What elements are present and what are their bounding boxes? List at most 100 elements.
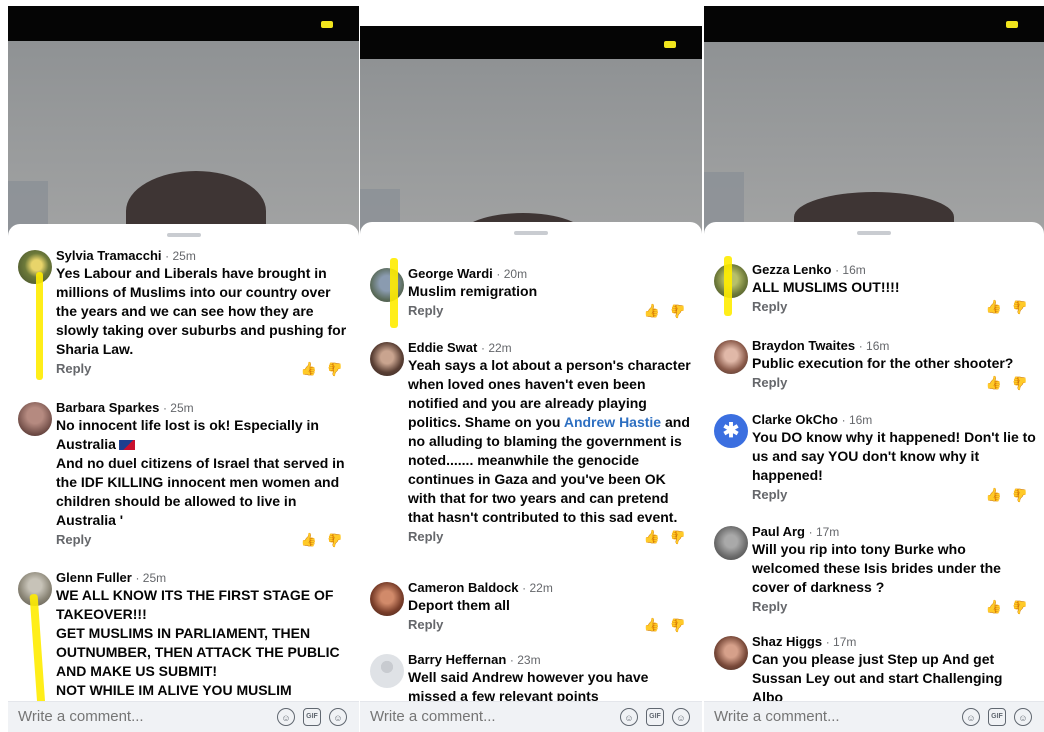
dislike-icon[interactable]: 👍 bbox=[1012, 375, 1028, 391]
avatar[interactable] bbox=[370, 268, 404, 302]
comment-time: · 17m bbox=[825, 635, 857, 649]
comment-input[interactable] bbox=[18, 702, 218, 732]
dislike-icon[interactable]: 👍 bbox=[327, 532, 343, 548]
gif-icon[interactable]: GIF bbox=[646, 708, 664, 726]
dislike-icon[interactable]: 👍 bbox=[1012, 487, 1028, 503]
reply-button[interactable]: Reply bbox=[56, 361, 91, 376]
commenter-name[interactable]: Clarke OkCho bbox=[752, 412, 838, 427]
comment-time: · 20m bbox=[496, 267, 528, 281]
commenter-name[interactable]: Cameron Baldock bbox=[408, 580, 519, 595]
reply-button[interactable]: Reply bbox=[752, 299, 787, 314]
like-icon[interactable]: 👍 bbox=[301, 361, 317, 377]
avatar[interactable] bbox=[18, 250, 52, 284]
comment-composer: ☺ GIF ☺ bbox=[704, 701, 1044, 732]
gif-icon[interactable]: GIF bbox=[988, 708, 1006, 726]
reply-button[interactable]: Reply bbox=[408, 303, 443, 318]
commenter-name[interactable]: Sylvia Tramacchi bbox=[56, 248, 162, 263]
commenter-name[interactable]: Eddie Swat bbox=[408, 340, 477, 355]
emoji-icon[interactable]: ☺ bbox=[329, 708, 347, 726]
avatar[interactable] bbox=[714, 526, 748, 560]
avatar[interactable] bbox=[714, 340, 748, 374]
like-icon[interactable]: 👍 bbox=[986, 375, 1002, 391]
commenter-name[interactable]: Paul Arg bbox=[752, 524, 805, 539]
avatar[interactable] bbox=[370, 582, 404, 616]
comment-text: WE ALL KNOW ITS THE FIRST STAGE OF TAKEO… bbox=[56, 587, 334, 622]
dislike-icon[interactable]: 👍 bbox=[1012, 599, 1028, 615]
like-icon[interactable]: 👍 bbox=[644, 529, 660, 545]
like-icon[interactable]: 👍 bbox=[301, 532, 317, 548]
screenshot-panel-2: George Wardi · 20m Muslim remigration Re… bbox=[360, 26, 702, 732]
battery-icon bbox=[1006, 21, 1018, 28]
emoji-icon[interactable]: ☺ bbox=[672, 708, 690, 726]
sticker-icon[interactable]: ☺ bbox=[277, 708, 295, 726]
comment-time: · 17m bbox=[808, 525, 840, 539]
like-icon[interactable]: 👍 bbox=[644, 617, 660, 633]
dislike-icon[interactable]: 👍 bbox=[670, 617, 686, 633]
drag-handle[interactable] bbox=[166, 233, 201, 237]
comment-composer: ☺ GIF ☺ bbox=[8, 701, 359, 732]
like-icon[interactable]: 👍 bbox=[644, 303, 660, 319]
sticker-icon[interactable]: ☺ bbox=[620, 708, 638, 726]
comment-text-continued: And no duel citizens of Israel that serv… bbox=[56, 455, 345, 528]
sticker-icon[interactable]: ☺ bbox=[962, 708, 980, 726]
screenshot-panel-1: Sylvia Tramacchi · 25m Yes Labour and Li… bbox=[8, 6, 359, 732]
comment-text: You DO know why it happened! Don't lie t… bbox=[752, 429, 1036, 483]
live-video-area[interactable] bbox=[8, 41, 359, 251]
reply-button[interactable]: Reply bbox=[56, 532, 91, 547]
like-icon[interactable]: 👍 bbox=[986, 487, 1002, 503]
commenter-name[interactable]: Glenn Fuller bbox=[56, 570, 132, 585]
comments-sheet: Gezza Lenko · 16m ALL MUSLIMS OUT!!!! Re… bbox=[704, 222, 1044, 732]
reply-button[interactable]: Reply bbox=[408, 529, 443, 544]
gif-icon[interactable]: GIF bbox=[303, 708, 321, 726]
yellow-highlight-mark bbox=[724, 256, 732, 316]
avatar[interactable] bbox=[370, 342, 404, 376]
status-bar bbox=[704, 6, 1044, 42]
emoji-icon[interactable]: ☺ bbox=[1014, 708, 1032, 726]
comment-text: Deport them all bbox=[408, 597, 510, 613]
commenter-name[interactable]: Braydon Twaites bbox=[752, 338, 855, 353]
reply-button[interactable]: Reply bbox=[408, 617, 443, 632]
comment-text: Will you rip into tony Burke who welcome… bbox=[752, 541, 1001, 595]
drag-handle[interactable] bbox=[514, 231, 548, 235]
commenter-name[interactable]: Gezza Lenko bbox=[752, 262, 831, 277]
comment-text: Muslim remigration bbox=[408, 283, 538, 299]
comment-time: · 23m bbox=[509, 653, 541, 667]
commenter-name[interactable]: Shaz Higgs bbox=[752, 634, 822, 649]
drag-handle[interactable] bbox=[857, 231, 891, 235]
comment-text: Can you please just Step up And get Suss… bbox=[752, 651, 1003, 705]
commenter-name[interactable]: George Wardi bbox=[408, 266, 493, 281]
screenshot-panel-3: Gezza Lenko · 16m ALL MUSLIMS OUT!!!! Re… bbox=[704, 6, 1044, 732]
comments-sheet: George Wardi · 20m Muslim remigration Re… bbox=[360, 222, 702, 732]
comment-time: · 22m bbox=[522, 581, 553, 595]
dislike-icon[interactable]: 👍 bbox=[1012, 299, 1028, 315]
mention-link[interactable]: Andrew Hastie bbox=[564, 414, 661, 430]
avatar[interactable] bbox=[18, 402, 52, 436]
commenter-name[interactable]: Barry Heffernan bbox=[408, 652, 506, 667]
snowflake-avatar-icon[interactable]: ✱ bbox=[714, 414, 748, 448]
yellow-highlight-mark bbox=[390, 258, 398, 328]
comment-text-continued: GET MUSLIMS IN PARLIAMENT, THEN OUTNUMBE… bbox=[56, 625, 340, 679]
comment-input[interactable] bbox=[714, 702, 914, 732]
comment-text-continued: NOT WHILE IM ALIVE YOU MUSLIM bbox=[56, 682, 292, 698]
commenter-name[interactable]: Barbara Sparkes bbox=[56, 400, 159, 415]
comment-time: · 16m bbox=[841, 413, 873, 427]
reply-button[interactable]: Reply bbox=[752, 375, 787, 390]
avatar[interactable] bbox=[370, 654, 404, 688]
dislike-icon[interactable]: 👍 bbox=[670, 303, 686, 319]
dislike-icon[interactable]: 👍 bbox=[670, 529, 686, 545]
status-bar bbox=[360, 26, 702, 59]
comment-text-continued: and no alluding to blaming the governmen… bbox=[408, 414, 690, 525]
yellow-highlight-mark bbox=[36, 272, 43, 380]
avatar[interactable] bbox=[714, 636, 748, 670]
reply-button[interactable]: Reply bbox=[752, 599, 787, 614]
dislike-icon[interactable]: 👍 bbox=[327, 361, 343, 377]
battery-icon bbox=[664, 41, 676, 48]
like-icon[interactable]: 👍 bbox=[986, 599, 1002, 615]
status-bar bbox=[8, 6, 359, 41]
live-video-area[interactable] bbox=[704, 42, 1044, 242]
comment-input[interactable] bbox=[370, 702, 570, 732]
comment-text: Public execution for the other shooter? bbox=[752, 355, 1014, 371]
like-icon[interactable]: 👍 bbox=[986, 299, 1002, 315]
reply-button[interactable]: Reply bbox=[752, 487, 787, 502]
battery-icon bbox=[321, 21, 333, 28]
